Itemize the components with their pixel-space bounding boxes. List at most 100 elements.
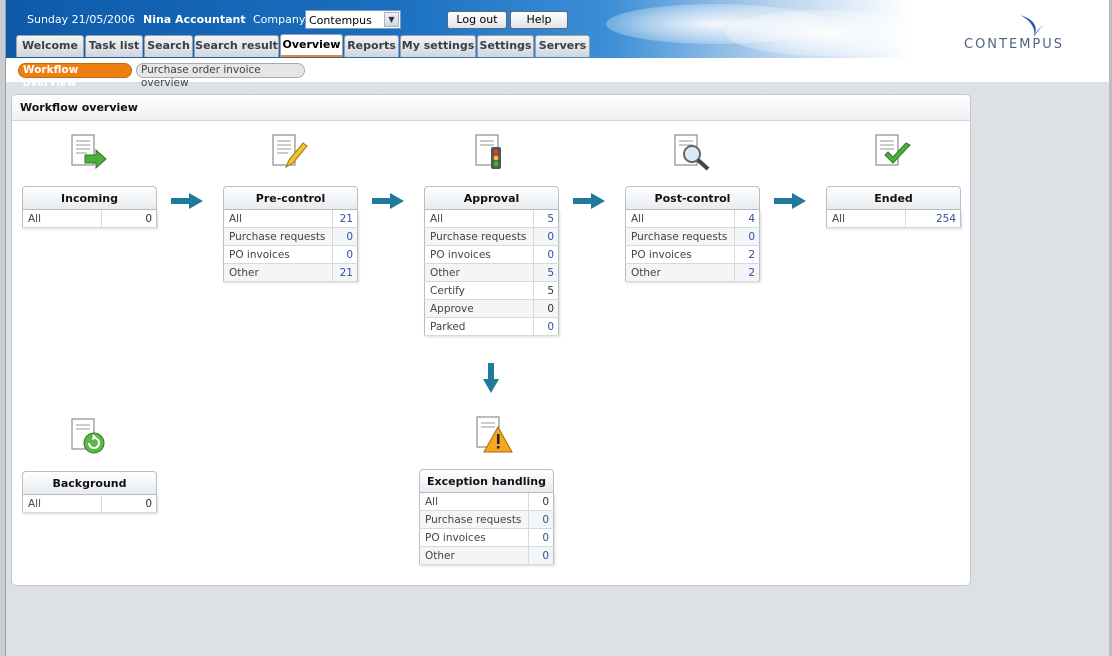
row-label: PO invoices [419, 528, 529, 547]
tab-welcome[interactable]: Welcome [16, 35, 84, 57]
current-date: Sunday 21/05/2006 [27, 13, 136, 26]
table-row[interactable]: All 21 [223, 210, 358, 228]
tab-reports[interactable]: Reports [344, 35, 399, 57]
stage-pre-control-title[interactable]: Pre-control [223, 186, 358, 210]
table-row[interactable]: PO invoices 0 [424, 245, 559, 264]
row-count[interactable]: 21 [332, 263, 358, 282]
row-count[interactable]: 0 [734, 227, 760, 246]
arrow-down-icon [483, 363, 499, 393]
stage-incoming-title[interactable]: Incoming [22, 186, 157, 210]
row-count[interactable]: 0 [533, 227, 559, 246]
tab-task-list[interactable]: Task list [85, 35, 143, 57]
arrow-right-icon [774, 193, 806, 209]
table-row[interactable]: Parked 0 [424, 317, 559, 336]
stage-post-control-table: All 4 Purchase requests 0 PO invoices 2 Oth… [625, 210, 760, 282]
row-label: All [22, 495, 102, 513]
tab-settings[interactable]: Settings [477, 35, 534, 57]
row-count[interactable]: 5 [533, 210, 559, 228]
table-row[interactable]: All 0 [22, 495, 157, 513]
table-row[interactable]: All 0 [419, 493, 554, 511]
row-label: All [22, 210, 102, 228]
document-check-icon[interactable] [873, 133, 913, 173]
document-refresh-icon[interactable] [69, 417, 109, 457]
row-count[interactable]: 0 [533, 245, 559, 264]
panel-header: Workflow overview [12, 95, 970, 121]
document-incoming-icon[interactable] [69, 133, 109, 173]
row-count[interactable]: 0 [332, 245, 358, 264]
header-cloud [726, 10, 926, 56]
row-count[interactable]: 0 [528, 510, 554, 529]
tab-my-settings[interactable]: My settings [400, 35, 476, 57]
tab-search-result[interactable]: Search result [194, 35, 279, 57]
subtab-workflow-overview[interactable]: Workflow overview [18, 63, 132, 89]
row-count[interactable]: 0 [101, 210, 157, 228]
table-row[interactable]: All 5 [424, 210, 559, 228]
stage-background-title[interactable]: Background [22, 471, 157, 495]
tab-servers[interactable]: Servers [535, 35, 590, 57]
row-label: Other [223, 263, 333, 282]
stage-incoming: Incoming All 0 [22, 186, 157, 228]
table-row[interactable]: Approve 0 [424, 299, 559, 318]
stage-exception-handling: Exception handling All 0 Purchase request… [419, 469, 554, 565]
table-row[interactable]: All 4 [625, 210, 760, 228]
stage-pre-control-table: All 21 Purchase requests 0 PO invoices 0 Ot… [223, 210, 358, 282]
table-row[interactable]: Purchase requests 0 [223, 227, 358, 246]
tab-overview[interactable]: Overview [280, 34, 343, 57]
table-row[interactable]: All 254 [826, 210, 961, 228]
table-row[interactable]: Purchase requests 0 [424, 227, 559, 246]
stage-post-control: Post-control All 4 Purchase requests 0 PO … [625, 186, 760, 282]
row-label: PO invoices [223, 245, 333, 264]
document-edit-icon[interactable] [270, 133, 310, 173]
stage-pre-control: Pre-control All 21 Purchase requests 0 PO … [223, 186, 358, 282]
table-row[interactable]: Other 21 [223, 263, 358, 282]
table-row[interactable]: Purchase requests 0 [625, 227, 760, 246]
row-count[interactable]: 254 [905, 210, 961, 228]
row-count[interactable]: 0 [528, 528, 554, 547]
subtab-po-invoice-overview[interactable]: Purchase order invoice overview [136, 63, 305, 89]
row-count[interactable]: 0 [528, 493, 554, 511]
table-row[interactable]: PO invoices 0 [419, 528, 554, 547]
table-row[interactable]: Purchase requests 0 [419, 510, 554, 529]
row-count[interactable]: 4 [734, 210, 760, 228]
row-count[interactable]: 5 [533, 281, 559, 300]
tab-search[interactable]: Search [144, 35, 193, 57]
document-traffic-light-icon[interactable] [471, 133, 511, 173]
table-row[interactable]: PO invoices 2 [625, 245, 760, 264]
table-row[interactable]: Other 2 [625, 263, 760, 282]
table-row[interactable]: All 0 [22, 210, 157, 228]
row-count[interactable]: 0 [533, 317, 559, 336]
row-label: PO invoices [625, 245, 735, 264]
row-count[interactable]: 2 [734, 245, 760, 264]
row-label: All [424, 210, 534, 228]
company-select[interactable]: Contempus ▼ [305, 10, 401, 29]
table-row[interactable]: Other 5 [424, 263, 559, 282]
row-count[interactable]: 5 [533, 263, 559, 282]
stage-background: Background All 0 [22, 471, 157, 513]
table-row[interactable]: PO invoices 0 [223, 245, 358, 264]
row-count[interactable]: 0 [332, 227, 358, 246]
logo-swoosh-icon [1020, 15, 1045, 37]
row-count[interactable]: 0 [101, 495, 157, 513]
chevron-down-icon[interactable]: ▼ [384, 12, 399, 27]
row-count[interactable]: 0 [533, 299, 559, 318]
row-count[interactable]: 0 [528, 546, 554, 565]
company-select-value: Contempus [309, 14, 372, 27]
stage-ended-title[interactable]: Ended [826, 186, 961, 210]
row-label: Approve [424, 299, 534, 318]
row-count[interactable]: 21 [332, 210, 358, 228]
stage-post-control-title[interactable]: Post-control [625, 186, 760, 210]
row-label: All [625, 210, 735, 228]
row-label: All [419, 493, 529, 511]
stage-approval-title[interactable]: Approval [424, 186, 559, 210]
stage-exception-handling-title[interactable]: Exception handling [419, 469, 554, 493]
user-name: Nina Accountant [143, 13, 246, 26]
table-row[interactable]: Other 0 [419, 546, 554, 565]
row-label: Parked [424, 317, 534, 336]
document-search-icon[interactable] [672, 133, 712, 173]
window-left-border [0, 0, 6, 656]
table-row[interactable]: Certify 5 [424, 281, 559, 300]
row-count[interactable]: 2 [734, 263, 760, 282]
help-button[interactable]: Help [510, 11, 568, 29]
document-warning-icon[interactable] [474, 415, 514, 455]
logout-button[interactable]: Log out [447, 11, 507, 29]
